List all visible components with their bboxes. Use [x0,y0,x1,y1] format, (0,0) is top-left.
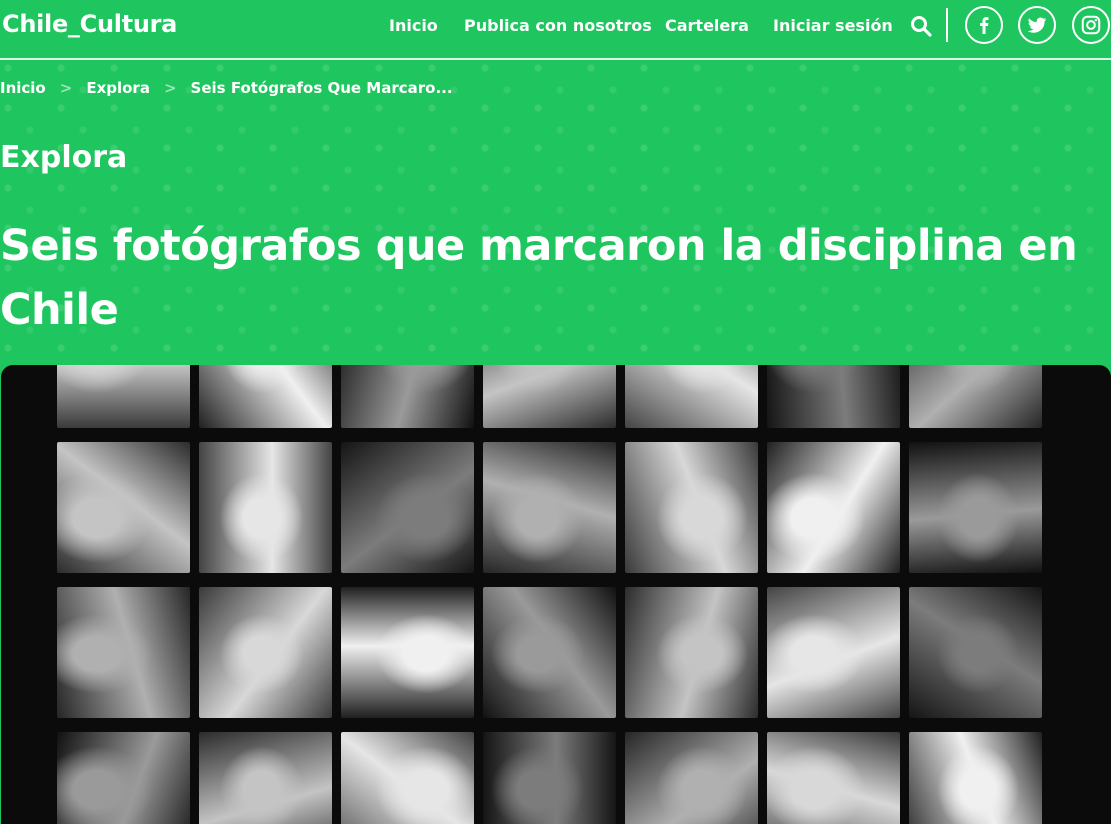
breadcrumb-current: Seis Fotógrafos Que Marcaro... [190,79,453,97]
nav-iniciar-sesion[interactable]: Iniciar sesión [773,16,893,35]
contact-sheet-frame [909,587,1042,718]
contact-sheet-frame [625,732,758,824]
breadcrumb-inicio[interactable]: Inicio [0,79,46,97]
page-title: Seis fotógrafos que marcaron la discipli… [0,221,1078,335]
contact-sheet-frame [199,587,332,718]
contact-sheet-frame [767,587,900,718]
search-icon[interactable] [909,14,933,38]
contact-sheet-frame [199,442,332,573]
contact-sheet-frame [341,365,474,428]
contact-sheet-frame [199,732,332,824]
facebook-icon[interactable] [965,6,1003,44]
contact-sheet-frame [909,365,1042,428]
breadcrumb-explora[interactable]: Explora [86,79,150,97]
contact-sheet-frame [767,365,900,428]
contact-sheet-frame [341,732,474,824]
contact-sheet-photo [57,365,1047,824]
chevron-right-icon: > [59,79,73,97]
chevron-right-icon: > [163,79,177,97]
contact-sheet-frame [625,365,758,428]
section-label[interactable]: Explora [0,140,127,175]
contact-sheet-frame [483,365,616,428]
nav-cartelera[interactable]: Cartelera [665,16,749,35]
contact-sheet-frame [341,442,474,573]
twitter-icon[interactable] [1018,6,1056,44]
breadcrumb: Inicio > Explora > Seis Fotógrafos Que M… [0,78,453,98]
contact-sheet-frame [199,365,332,428]
contact-sheet-frame [57,732,190,824]
contact-sheet-frame [767,732,900,824]
contact-sheet-frame [483,732,616,824]
site-logo[interactable]: Chile_Cultura [2,10,177,38]
contact-sheet-frame [767,442,900,573]
nav-inicio[interactable]: Inicio [389,16,438,35]
contact-sheet-frame [57,587,190,718]
hero-image [1,365,1111,824]
contact-sheet-frame [625,442,758,573]
nav-publica-con-nosotros[interactable]: Publica con nosotros [464,16,652,35]
contact-sheet-frame [483,442,616,573]
contact-sheet-frame [909,732,1042,824]
contact-sheet-frame [57,442,190,573]
contact-sheet-frame [341,587,474,718]
contact-sheet-frame [483,587,616,718]
contact-sheet-frame [57,365,190,428]
header-divider [946,8,948,42]
contact-sheet-frame [625,587,758,718]
instagram-icon[interactable] [1072,6,1110,44]
contact-sheet-frame [909,442,1042,573]
site-header: Chile_Cultura Inicio Publica con nosotro… [0,0,1111,60]
